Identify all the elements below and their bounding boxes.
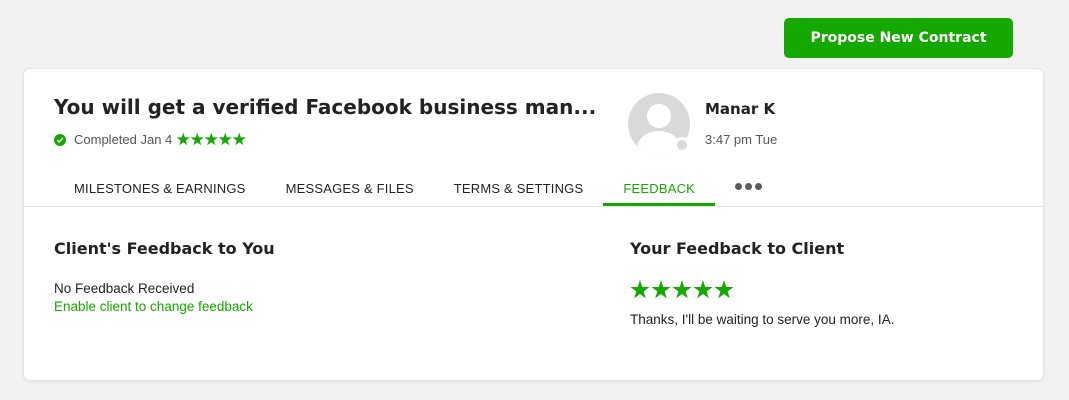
client-name[interactable]: Manar K <box>705 100 775 118</box>
more-horizontal-icon[interactable] <box>715 174 774 190</box>
star-icon <box>630 280 650 299</box>
enable-client-change-feedback-link[interactable]: Enable client to change feedback <box>54 299 253 314</box>
star-icon <box>190 132 205 146</box>
tab-terms-settings[interactable]: TERMS & SETTINGS <box>434 174 604 206</box>
tab-feedback[interactable]: FEEDBACK <box>603 174 715 206</box>
contract-status: Completed Jan 4 <box>54 132 247 147</box>
presence-status-indicator <box>674 137 690 153</box>
status-rating-stars <box>176 132 247 147</box>
propose-new-contract-button[interactable]: Propose New Contract <box>784 18 1013 58</box>
star-icon <box>176 132 191 146</box>
your-feedback-comment: Thanks, I'll be waiting to serve you mor… <box>630 312 895 327</box>
contract-tabs: MILESTONES & EARNINGS MESSAGES & FILES T… <box>54 174 774 206</box>
star-icon <box>232 132 247 146</box>
star-icon <box>651 280 671 299</box>
tab-messages-files[interactable]: MESSAGES & FILES <box>266 174 434 206</box>
your-feedback-rating-stars <box>630 280 734 300</box>
tab-milestones-earnings[interactable]: MILESTONES & EARNINGS <box>54 174 266 206</box>
contract-card: You will get a verified Facebook busines… <box>24 69 1043 380</box>
status-text: Completed Jan 4 <box>74 132 173 147</box>
tabs-divider <box>24 206 1043 207</box>
star-icon <box>218 132 233 146</box>
star-icon <box>672 280 692 299</box>
check-circle-icon <box>54 133 66 146</box>
contract-title[interactable]: You will get a verified Facebook busines… <box>54 95 596 119</box>
star-icon <box>204 132 219 146</box>
client-feedback-heading: Client's Feedback to You <box>54 239 275 258</box>
star-icon <box>714 280 734 299</box>
client-local-time: 3:47 pm Tue <box>705 132 778 147</box>
your-feedback-heading: Your Feedback to Client <box>630 239 845 258</box>
star-icon <box>693 280 713 299</box>
client-feedback-status: No Feedback Received <box>54 281 195 296</box>
